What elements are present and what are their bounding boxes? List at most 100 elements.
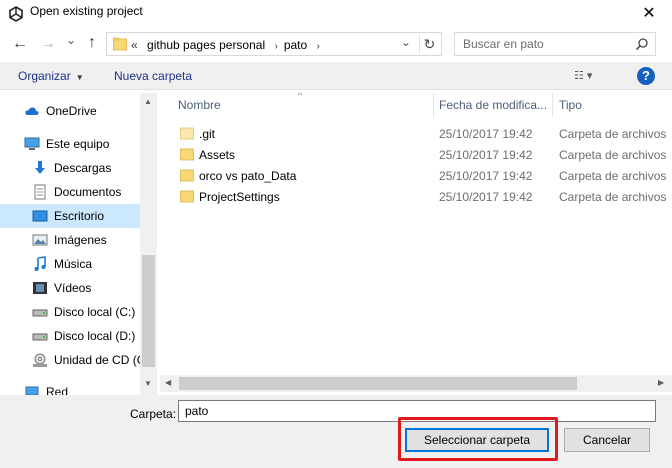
breadcrumb: « github pages personal › pato ›	[131, 38, 326, 52]
file-date: 25/10/2017 19:42	[439, 190, 533, 204]
file-type: Carpeta de archivos	[559, 148, 667, 162]
sidebar-item-label: Red	[46, 385, 69, 395]
sidebar-item-label: Documentos	[54, 185, 122, 199]
sidebar-item-label: Este equipo	[46, 137, 110, 151]
folder-icon	[180, 190, 194, 203]
organize-button[interactable]: Organizar ▼	[18, 69, 84, 83]
window-title: Open existing project	[30, 4, 143, 18]
sidebar-item-red[interactable]: Red	[0, 380, 140, 395]
dialog-footer: Carpeta: Seleccionar carpeta Cancelar	[0, 395, 672, 468]
scroll-down-arrow[interactable]: ▼	[144, 379, 152, 388]
computer-icon	[24, 137, 40, 150]
scrollbar-thumb[interactable]	[142, 255, 155, 367]
address-dropdown-button[interactable]: ⌄	[397, 34, 415, 54]
music-icon	[34, 256, 46, 271]
horizontal-scrollbar[interactable]: ◀ ▶	[160, 375, 672, 392]
breadcrumb-item[interactable]: github pages personal	[147, 38, 265, 52]
drive-icon	[32, 333, 48, 341]
cd-drive-icon	[33, 353, 47, 367]
command-toolbar: Organizar ▼ Nueva carpeta ☷ ▾ ?	[0, 62, 672, 90]
scroll-right-arrow[interactable]: ▶	[658, 378, 664, 387]
column-header-type[interactable]: Tipo	[559, 98, 582, 112]
change-view-button[interactable]: ☷ ▾	[574, 69, 592, 82]
sidebar-item-disco-c[interactable]: Disco local (C:)	[0, 300, 140, 324]
table-row[interactable]: .git 25/10/2017 19:42 Carpeta de archivo…	[160, 123, 672, 144]
sidebar-item-unidad-cd[interactable]: Unidad de CD (G	[0, 348, 146, 372]
table-row[interactable]: ProjectSettings 25/10/2017 19:42 Carpeta…	[160, 186, 672, 207]
sidebar-item-onedrive[interactable]: OneDrive	[0, 99, 140, 123]
sidebar-item-escritorio[interactable]: Escritorio	[0, 204, 140, 228]
downloads-icon	[35, 161, 45, 174]
drive-icon	[32, 309, 48, 317]
back-button[interactable]: ←	[12, 35, 30, 53]
navigation-bar: ← → ⌄ ↑ « github pages personal › pato › …	[0, 30, 672, 58]
close-button[interactable]: ✕	[626, 0, 672, 30]
file-name: Assets	[199, 148, 236, 162]
refresh-button[interactable]: ↻	[419, 34, 439, 54]
sidebar-item-musica[interactable]: Música	[0, 252, 140, 276]
sidebar-item-label: Disco local (D:)	[54, 329, 136, 343]
new-folder-button[interactable]: Nueva carpeta	[114, 69, 192, 83]
scrollbar-thumb[interactable]	[179, 377, 577, 390]
sidebar-item-videos[interactable]: Vídeos	[0, 276, 140, 300]
sidebar-item-documentos[interactable]: Documentos	[0, 180, 140, 204]
search-box[interactable]	[454, 32, 656, 56]
sidebar-scrollbar[interactable]: ▲ ▼	[140, 93, 157, 395]
cancel-button[interactable]: Cancelar	[564, 428, 650, 452]
sidebar-item-label: Música	[54, 257, 93, 271]
file-date: 25/10/2017 19:42	[439, 148, 533, 162]
file-date: 25/10/2017 19:42	[439, 127, 533, 141]
sidebar-item-label: OneDrive	[46, 104, 97, 118]
cloud-icon	[25, 107, 39, 115]
file-name: .git	[199, 127, 216, 141]
column-divider[interactable]	[552, 93, 553, 117]
recent-locations-button[interactable]: ⌄	[66, 33, 84, 51]
file-date: 25/10/2017 19:42	[439, 169, 533, 183]
folder-icon	[180, 127, 194, 140]
chevron-right-icon[interactable]: ›	[317, 41, 320, 52]
scroll-up-arrow[interactable]: ▲	[144, 97, 152, 106]
scroll-left-arrow[interactable]: ◀	[165, 378, 171, 387]
folder-icon	[113, 37, 127, 51]
title-bar: Open existing project ✕	[0, 0, 672, 30]
sidebar-item-este-equipo[interactable]: Este equipo	[0, 132, 140, 156]
forward-button[interactable]: →	[40, 35, 58, 53]
table-row[interactable]: orco vs pato_Data 25/10/2017 19:42 Carpe…	[160, 165, 672, 186]
help-button[interactable]: ?	[637, 67, 655, 85]
sidebar-item-label: Vídeos	[54, 281, 92, 295]
file-name: ProjectSettings	[199, 190, 280, 204]
search-icon[interactable]	[635, 37, 649, 51]
select-folder-button[interactable]: Seleccionar carpeta	[405, 428, 549, 452]
desktop-icon	[32, 210, 48, 222]
sidebar-item-label: Escritorio	[54, 209, 105, 223]
sort-ascending-icon: ^	[298, 93, 303, 100]
unity-icon	[9, 6, 23, 22]
sidebar-item-disco-d[interactable]: Disco local (D:)	[0, 324, 140, 348]
table-row[interactable]: Assets 25/10/2017 19:42 Carpeta de archi…	[160, 144, 672, 165]
folder-icon	[180, 148, 194, 161]
sidebar-item-imagenes[interactable]: Imágenes	[0, 228, 140, 252]
pictures-icon	[32, 234, 48, 246]
address-bar[interactable]: « github pages personal › pato › ⌄ ↻	[106, 32, 442, 56]
column-header-name[interactable]: Nombre	[178, 98, 221, 112]
breadcrumb-item[interactable]: pato	[284, 38, 307, 52]
sidebar-item-label: Imágenes	[54, 233, 107, 247]
file-list: ^ Nombre Fecha de modifica... Tipo .git …	[160, 93, 672, 395]
column-header-date[interactable]: Fecha de modifica...	[439, 98, 547, 112]
sidebar-item-label: Unidad de CD (G	[54, 353, 147, 367]
folder-icon	[180, 169, 194, 182]
breadcrumb-overflow[interactable]: «	[131, 38, 138, 52]
file-type: Carpeta de archivos	[559, 127, 667, 141]
up-button[interactable]: ↑	[88, 34, 106, 52]
search-input[interactable]	[463, 37, 633, 51]
folder-label: Carpeta:	[130, 407, 177, 421]
sidebar-item-label: Descargas	[54, 161, 112, 175]
file-type: Carpeta de archivos	[559, 169, 667, 183]
navigation-pane: OneDrive Este equipo Descargas Documento…	[0, 93, 157, 395]
column-divider[interactable]	[433, 93, 434, 117]
chevron-down-icon: ▼	[75, 73, 84, 82]
network-icon	[25, 386, 39, 395]
chevron-right-icon[interactable]: ›	[274, 41, 277, 52]
sidebar-item-descargas[interactable]: Descargas	[0, 156, 140, 180]
sidebar-item-label: Disco local (C:)	[54, 305, 136, 319]
